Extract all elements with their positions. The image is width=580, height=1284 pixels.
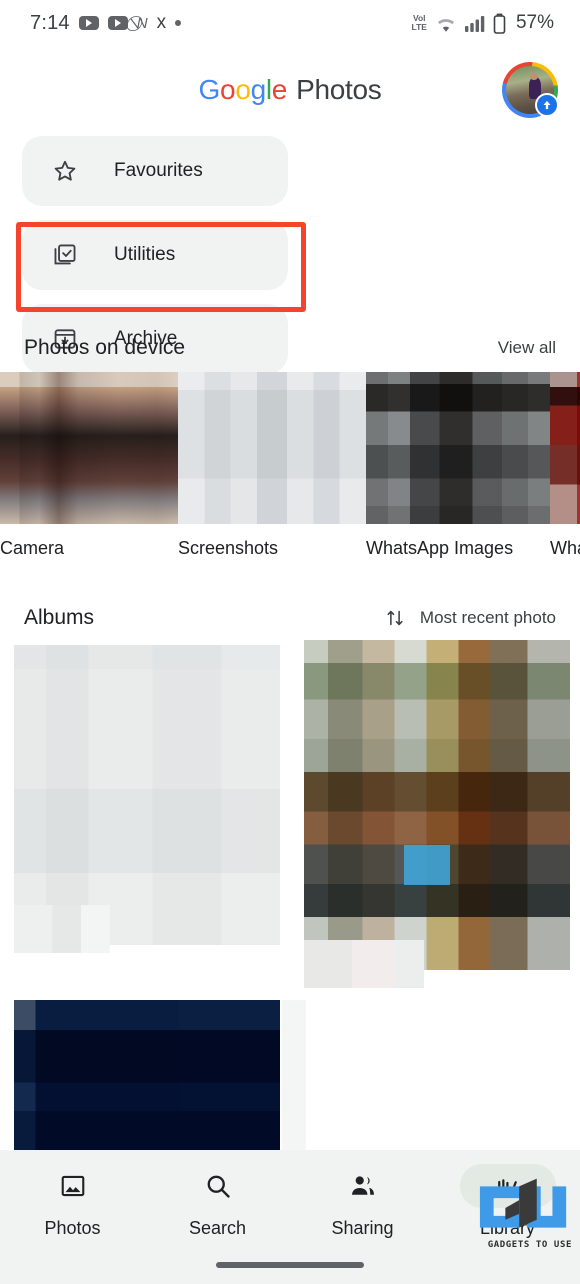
- tile-favourites[interactable]: Favourites: [22, 136, 288, 206]
- tile-label: Favourites: [114, 160, 203, 181]
- device-folder-name: Whats: [550, 538, 580, 558]
- status-time: 7:14: [30, 11, 70, 34]
- gesture-bar[interactable]: [216, 1262, 364, 1268]
- tile-label: Utilities: [114, 244, 176, 265]
- nav-item-photos[interactable]: Photos: [3, 1164, 143, 1239]
- youtube-icon: [107, 16, 128, 30]
- battery-icon: [493, 13, 506, 34]
- album-thumbnail-tail[interactable]: [304, 940, 424, 988]
- phone-screen: 7:14 ⃠N x Vol LTE 57% Google Photos Favo…: [0, 0, 580, 1284]
- nav-label: Search: [188, 1218, 247, 1238]
- device-folder-screenshots[interactable]: Screenshots: [178, 372, 366, 572]
- album-thumbnail[interactable]: [14, 645, 280, 945]
- device-folder-thumbnail: [0, 372, 178, 524]
- avatar[interactable]: [502, 62, 559, 118]
- dot-icon: [175, 20, 182, 26]
- album-thumbnail-tail[interactable]: [14, 905, 110, 953]
- nav-pill: [315, 1164, 411, 1208]
- gu-logo: [479, 1178, 567, 1228]
- nav-pill: [25, 1164, 121, 1208]
- nav-label: Sharing: [331, 1218, 394, 1238]
- battery-percent: 57%: [515, 12, 554, 33]
- google-photos-logo: Google Photos: [198, 74, 382, 105]
- youtube-icon: [78, 16, 99, 30]
- tile-utilities[interactable]: Utilities: [22, 220, 288, 290]
- device-folder-whatsapp-images[interactable]: WhatsApp Images: [366, 372, 550, 572]
- volte-icon: Vol LTE: [411, 13, 427, 32]
- albums-grid: [0, 640, 580, 1150]
- albums-sort-control[interactable]: Most recent photo: [384, 607, 556, 629]
- watermark: GADGETS TO USE: [476, 1176, 574, 1250]
- device-folders-strip[interactable]: Camera Screenshots WhatsApp Images Whats: [0, 372, 580, 572]
- device-folder-thumbnail: [550, 372, 580, 524]
- nav-item-search[interactable]: Search: [148, 1164, 288, 1239]
- device-folder-thumbnail: [366, 372, 550, 524]
- albums-header: Albums Most recent photo: [0, 606, 580, 630]
- sort-arrows-icon: [384, 607, 406, 629]
- album-thumbnail[interactable]: [14, 1000, 280, 1150]
- mute-icon: ⃠N: [136, 14, 148, 32]
- sort-label: Most recent photo: [419, 608, 556, 627]
- device-folder-name: Screenshots: [178, 538, 279, 558]
- upload-icon[interactable]: [535, 93, 559, 117]
- status-bar-left: 7:14 ⃠N x: [30, 11, 182, 35]
- device-folder-whatsapp-partial[interactable]: Whats: [550, 372, 580, 572]
- nav-item-sharing[interactable]: Sharing: [293, 1164, 433, 1239]
- device-folder-name: Camera: [0, 538, 65, 558]
- device-folder-camera[interactable]: Camera: [0, 372, 178, 572]
- x-icon: x: [156, 12, 167, 33]
- album-thumbnail-accent: [404, 845, 450, 885]
- app-header: Google Photos: [0, 46, 580, 134]
- brand-photos-word: Photos: [296, 74, 382, 105]
- checked-square-stack-icon: [52, 242, 78, 268]
- device-folder-thumbnail: [178, 372, 366, 524]
- device-folder-name: WhatsApp Images: [366, 538, 514, 558]
- status-bar-right: Vol LTE 57%: [412, 12, 554, 34]
- people-icon: [351, 1176, 374, 1195]
- wifi-icon: [437, 18, 455, 32]
- section-title: Albums: [24, 606, 95, 629]
- star-outline-icon: [52, 158, 78, 184]
- nav-label: Photos: [44, 1218, 101, 1238]
- album-thumbnail-placeholder: [282, 1000, 306, 1150]
- view-all-link[interactable]: View all: [498, 338, 556, 358]
- photos-on-device-header: Photos on device View all: [0, 336, 580, 360]
- watermark-text: GADGETS TO USE: [487, 1240, 572, 1250]
- status-bar: 7:14 ⃠N x Vol LTE 57%: [0, 0, 580, 46]
- section-title: Photos on device: [24, 336, 186, 359]
- photos-image-icon: [61, 1175, 84, 1197]
- search-icon: [207, 1175, 230, 1198]
- signal-icon: [464, 15, 485, 32]
- album-thumbnail[interactable]: [304, 640, 570, 970]
- nav-pill: [170, 1164, 266, 1208]
